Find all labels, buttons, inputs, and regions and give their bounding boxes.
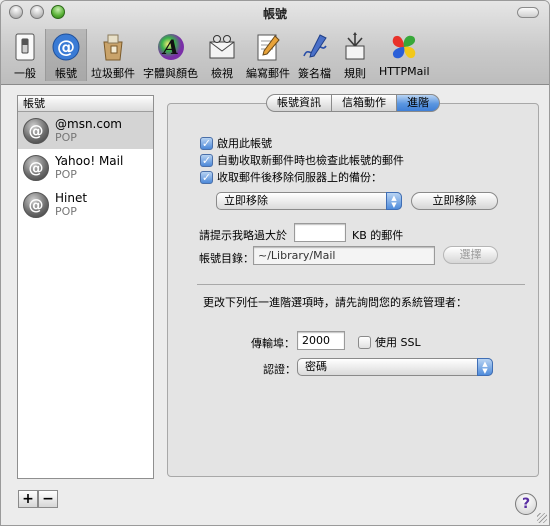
- svg-text:@: @: [57, 37, 75, 58]
- port-input[interactable]: 2000: [297, 331, 345, 350]
- toolbar-label: 規則: [344, 67, 366, 80]
- prompt-size-unit: KB 的郵件: [352, 229, 404, 242]
- remove-account-button[interactable]: −: [38, 490, 58, 508]
- account-at-icon: @: [23, 117, 49, 144]
- admin-note: 更改下列任一進階選項時，請先詢問您的系統管理者：: [203, 296, 467, 309]
- switch-icon: [9, 31, 41, 63]
- checkmark-icon: ✓: [200, 153, 213, 167]
- checkmark-icon: ✓: [200, 136, 213, 150]
- toolbar-item-accounts[interactable]: @ 帳號: [45, 29, 87, 81]
- signature-icon: [299, 31, 331, 63]
- toolbar-item-composing[interactable]: 編寫郵件: [242, 29, 294, 81]
- account-row-yahoo[interactable]: @ Yahoo! Mail POP: [18, 149, 153, 186]
- account-row-hinet[interactable]: @ Hinet POP: [18, 186, 153, 223]
- checkmark-icon: ✓: [200, 170, 213, 184]
- window-title: 帳號: [262, 7, 287, 21]
- font-icon: A: [155, 31, 187, 63]
- titlebar: 帳號 一般 @ 帳號 垃圾郵件 A 字體與顏色 檢視 編寫郵件 簽名檔 規則 H…: [1, 1, 549, 85]
- enable-account-label: 啟用此帳號: [217, 137, 272, 150]
- use-ssl-label: 使用 SSL: [375, 336, 421, 349]
- toolbar-item-junk[interactable]: 垃圾郵件: [87, 29, 139, 81]
- toolbar-item-rules[interactable]: 規則: [335, 29, 375, 81]
- account-list-header: 帳號: [18, 96, 153, 112]
- remove-now-button[interactable]: 立即移除: [411, 192, 498, 210]
- toolbar-label: 字體與顏色: [143, 67, 198, 80]
- enable-account-checkbox[interactable]: ✓ 啟用此帳號: [200, 135, 272, 151]
- auth-label: 認證：: [263, 363, 296, 376]
- toolbar-label: 編寫郵件: [246, 67, 290, 80]
- toolbar-label: 帳號: [55, 67, 77, 80]
- httpmail-icon: [388, 31, 420, 63]
- toolbar-item-viewing[interactable]: 檢視: [202, 29, 242, 81]
- toolbar-item-httpmail[interactable]: HTTPMail: [375, 29, 434, 81]
- toolbar-item-general[interactable]: 一般: [5, 29, 45, 81]
- toolbar-item-signatures[interactable]: 簽名檔: [294, 29, 335, 81]
- resize-grip[interactable]: [537, 513, 547, 523]
- use-ssl-checkbox[interactable]: 使用 SSL: [358, 334, 421, 350]
- toolbar-toggle-button[interactable]: [517, 7, 539, 18]
- remove-copy-label: 收取郵件後移除伺服器上的備份：: [217, 171, 382, 184]
- account-at-icon: @: [23, 154, 49, 181]
- rules-icon: [339, 31, 371, 63]
- choose-directory-button[interactable]: 選擇: [443, 246, 498, 264]
- prompt-size-label: 請提示我略過大於: [199, 229, 287, 242]
- account-directory-label: 帳號目錄：: [199, 252, 254, 265]
- toolbar: 一般 @ 帳號 垃圾郵件 A 字體與顏色 檢視 編寫郵件 簽名檔 規則 HTTP…: [5, 29, 434, 81]
- account-row-msn[interactable]: @ @msn.com POP: [18, 112, 153, 149]
- account-name: @msn.com: [55, 116, 122, 131]
- auth-select[interactable]: 密碼 ▲ ▼: [297, 358, 493, 376]
- remove-copy-checkbox[interactable]: ✓ 收取郵件後移除伺服器上的備份：: [200, 169, 382, 185]
- account-at-icon: @: [23, 191, 49, 218]
- port-label: 傳輸埠：: [251, 337, 295, 350]
- auto-check-checkbox[interactable]: ✓ 自動收取新郵件時也檢查此帳號的郵件: [200, 152, 404, 168]
- at-sign-icon: @: [50, 31, 82, 63]
- compose-icon: [252, 31, 284, 63]
- remove-when-value: 立即移除: [224, 194, 268, 207]
- svg-text:A: A: [161, 35, 179, 59]
- auth-value: 密碼: [305, 360, 327, 373]
- add-account-button[interactable]: +: [18, 490, 38, 508]
- toolbar-item-fonts-colors[interactable]: A 字體與顏色: [139, 29, 202, 81]
- tab-advanced[interactable]: 進階: [396, 94, 440, 112]
- account-type: POP: [55, 130, 77, 144]
- account-list[interactable]: 帳號 @ @msn.com POP @ Yahoo! Mail POP @ Hi…: [17, 95, 154, 479]
- help-button[interactable]: ?: [515, 493, 537, 515]
- tab-mailbox-behaviors[interactable]: 信箱動作: [331, 94, 396, 112]
- popup-arrows-icon: ▲ ▼: [477, 358, 493, 376]
- account-name: Yahoo! Mail: [55, 153, 124, 168]
- preferences-window: 帳號 一般 @ 帳號 垃圾郵件 A 字體與顏色 檢視 編寫郵件 簽名檔 規則 H…: [0, 0, 550, 526]
- section-divider: [197, 284, 525, 285]
- tab-account-info[interactable]: 帳號資訊: [266, 94, 331, 112]
- toolbar-label: 簽名檔: [298, 67, 331, 80]
- account-directory-field[interactable]: ~/Library/Mail: [253, 246, 435, 265]
- remove-when-select[interactable]: 立即移除 ▲ ▼: [216, 192, 402, 210]
- toolbar-label: HTTPMail: [379, 65, 430, 78]
- auto-check-label: 自動收取新郵件時也檢查此帳號的郵件: [217, 154, 404, 167]
- account-type: POP: [55, 204, 77, 218]
- popup-arrows-icon: ▲ ▼: [386, 192, 402, 210]
- account-name: Hinet: [55, 190, 88, 205]
- account-type: POP: [55, 167, 77, 181]
- toolbar-label: 檢視: [211, 67, 233, 80]
- prompt-size-input[interactable]: [294, 223, 346, 242]
- toolbar-label: 一般: [14, 67, 36, 80]
- unchecked-box-icon: [358, 335, 371, 349]
- view-icon: [206, 31, 238, 63]
- tab-bar: 帳號資訊 信箱動作 進階: [266, 94, 440, 112]
- toolbar-label: 垃圾郵件: [91, 67, 135, 80]
- junk-bag-icon: [97, 31, 129, 63]
